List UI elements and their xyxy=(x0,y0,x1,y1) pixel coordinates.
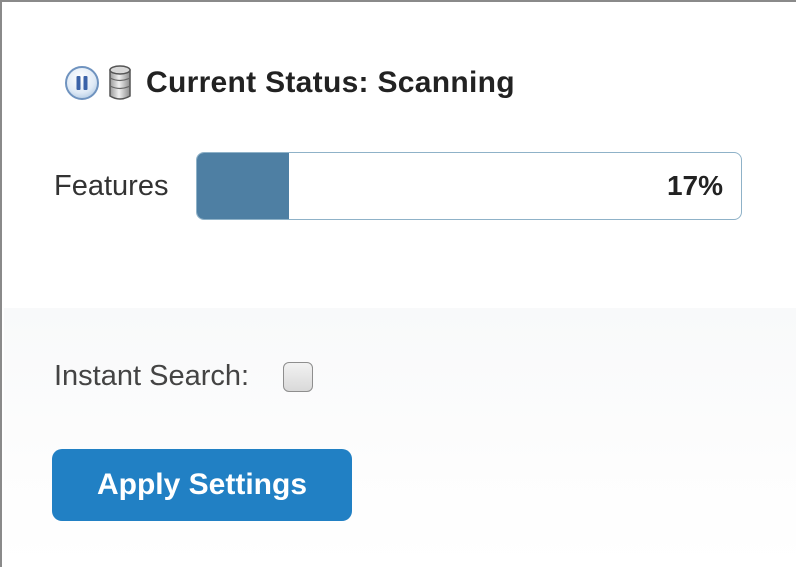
status-row: Current Status: Scanning xyxy=(64,60,515,106)
features-progress-row: Features 17% xyxy=(54,152,742,220)
pause-icon[interactable] xyxy=(64,65,100,101)
scan-panel: Current Status: Scanning Features 17% In… xyxy=(0,0,796,569)
current-status-text: Current Status: Scanning xyxy=(146,66,515,99)
instant-search-label: Instant Search: xyxy=(54,360,250,392)
apply-settings-button[interactable]: Apply Settings xyxy=(52,449,352,521)
progress-percent: 17% xyxy=(666,170,723,201)
pause-button[interactable] xyxy=(64,65,100,101)
settings-section xyxy=(4,308,796,569)
progress-label: Features xyxy=(54,169,169,202)
database-icon xyxy=(106,63,134,103)
progress-fill xyxy=(197,153,290,219)
features-progress-bar: 17% xyxy=(196,152,742,220)
instant-search-row: Instant Search: xyxy=(54,360,314,393)
instant-search-checkbox[interactable] xyxy=(283,361,314,392)
